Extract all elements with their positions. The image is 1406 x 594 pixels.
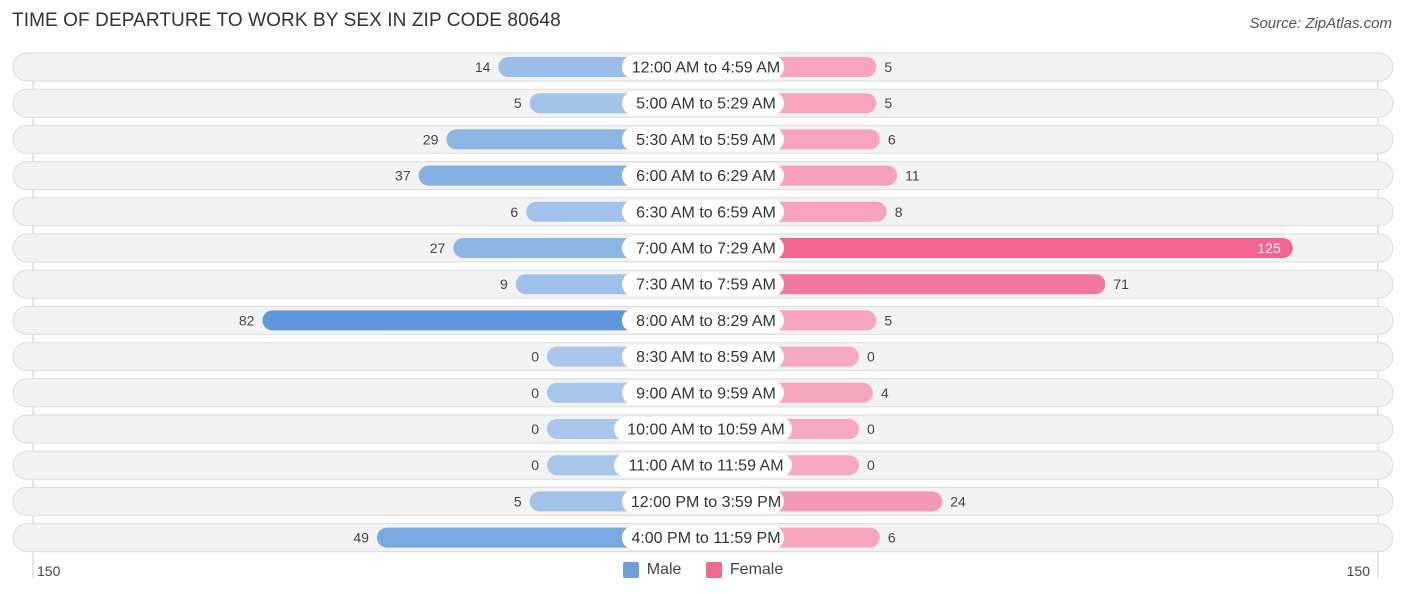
category-label: 10:00 AM to 10:59 AM (627, 422, 784, 439)
category-label: 6:00 AM to 6:29 AM (636, 168, 776, 185)
chart-row: 6:00 AM to 6:29 AM 37 11 (12, 161, 1394, 191)
value-label-male: 49 (353, 530, 369, 546)
value-label-female: 125 (1257, 240, 1281, 256)
chart-plot: 12:00 AM to 4:59 AM14 55:00 AM to 5:29 AM… (12, 52, 1394, 578)
value-label-female: 24 (950, 493, 966, 509)
chart-row: 5:00 AM to 5:29 AM 5 5 (12, 88, 1394, 118)
value-label-female: 11 (905, 168, 920, 184)
value-label-male: 6 (510, 204, 518, 220)
chart-row: 8:00 AM to 8:29 AM 82 5 (12, 305, 1394, 335)
chart-row: 6:30 AM to 6:59 AM 6 8 (12, 197, 1394, 227)
category-label: 7:00 AM to 7:29 AM (636, 241, 776, 258)
value-label-male: 0 (531, 385, 539, 401)
category-label: 12:00 PM to 3:59 PM (631, 494, 781, 511)
legend-item-male[interactable]: Male (622, 561, 681, 579)
value-label-male: 37 (395, 168, 411, 184)
chart-row: 12:00 AM to 4:59 AM 14 5 (12, 52, 1394, 82)
value-label-male: 29 (423, 131, 439, 147)
category-label: 6:30 AM to 6:59 AM (636, 204, 776, 221)
value-label-male: 9 (500, 276, 508, 292)
legend: Male Female (0, 561, 1406, 583)
value-label-female: 8 (895, 204, 903, 220)
value-label-male: 14 (475, 59, 491, 75)
value-label-female: 6 (888, 131, 896, 147)
value-label-female: 0 (867, 421, 875, 437)
value-label-female: 71 (1113, 276, 1129, 292)
chart-row: 7:00 AM to 7:29 AM 27 125 (12, 233, 1394, 263)
category-label: 7:30 AM to 7:59 AM (636, 277, 776, 294)
category-label: 11:00 AM to 11:59 AM (628, 458, 783, 475)
value-label-male: 82 (239, 312, 255, 328)
chart-row: 11:00 AM to 11:59 AM 0 0 (12, 450, 1394, 480)
value-label-female: 4 (881, 385, 889, 401)
chart-row: 9:00 AM to 9:59 AM 0 4 (12, 378, 1394, 408)
chart-row: 4:00 PM to 11:59 PM 49 6 (12, 523, 1394, 553)
category-label: 12:00 AM to 4:59 AM (632, 60, 781, 77)
legend-swatch-female (705, 562, 722, 578)
value-label-female: 5 (884, 95, 892, 111)
category-label: 5:30 AM to 5:59 AM (636, 132, 776, 149)
legend-swatch-male (622, 562, 639, 578)
value-label-male: 27 (430, 240, 446, 256)
value-label-male: 5 (514, 95, 522, 111)
category-label: 8:00 AM to 8:29 AM (636, 313, 776, 330)
value-label-female: 5 (884, 59, 892, 75)
chart-row: 5:30 AM to 5:59 AM 29 6 (12, 124, 1394, 154)
chart-row: 12:00 PM to 3:59 PM 5 24 (12, 486, 1394, 516)
chart-row: 7:30 AM to 7:59 AM 9 71 (12, 269, 1394, 299)
value-label-male: 0 (531, 421, 539, 437)
category-label: 5:00 AM to 5:29 AM (636, 96, 776, 113)
value-label-male: 0 (531, 457, 539, 473)
chart-row: 10:00 AM to 10:59 AM 0 0 (12, 414, 1394, 444)
value-label-female: 5 (884, 312, 892, 328)
category-label: 9:00 AM to 9:59 AM (636, 385, 776, 402)
bar-female[interactable] (703, 238, 1293, 258)
chart-row: 8:30 AM to 8:59 AM 0 0 (12, 342, 1394, 372)
category-label: 4:00 PM to 11:59 PM (631, 530, 780, 547)
value-label-male: 0 (531, 349, 539, 365)
value-label-female: 0 (867, 349, 875, 365)
legend-item-female[interactable]: Female (705, 561, 783, 579)
category-label: 8:30 AM to 8:59 AM (636, 349, 776, 366)
value-label-female: 0 (867, 457, 875, 473)
value-label-male: 5 (514, 493, 522, 509)
value-label-female: 6 (888, 530, 896, 546)
